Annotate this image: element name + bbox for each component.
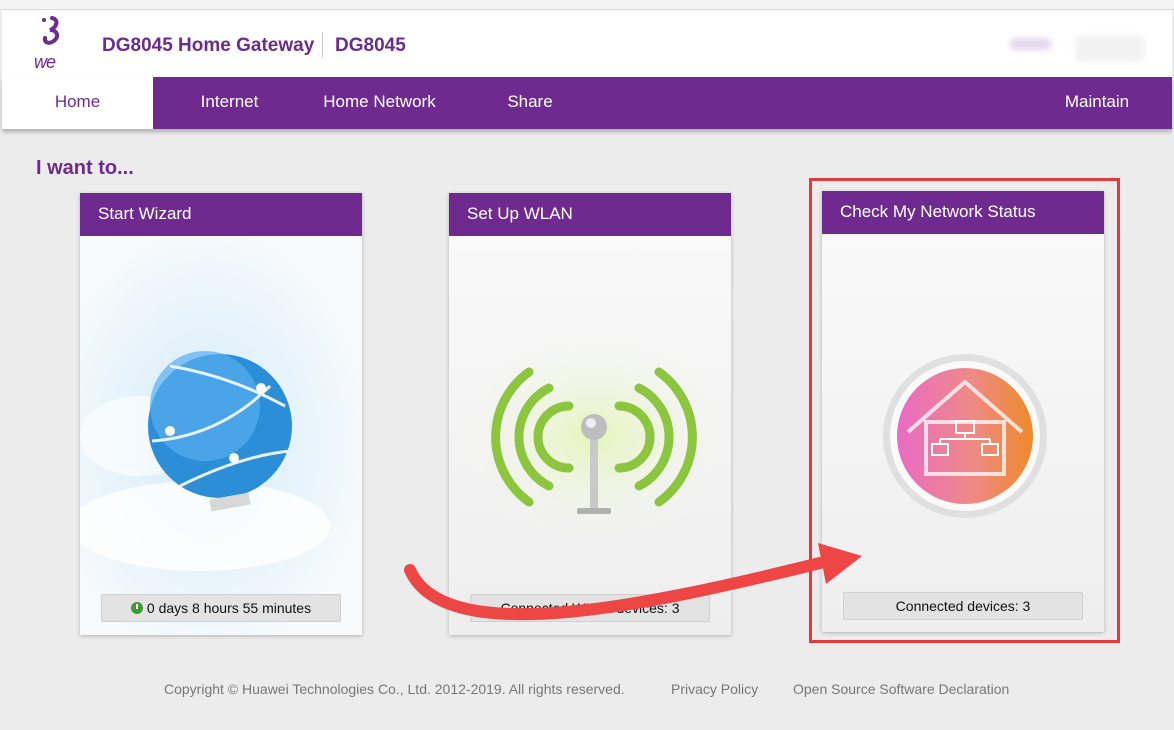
copyright-text: Copyright © Huawei Technologies Co., Ltd… <box>164 681 625 697</box>
annotation-arrow-icon <box>404 543 862 621</box>
card-title: Start Wizard <box>80 193 362 236</box>
open-source-link[interactable]: Open Source Software Declaration <box>793 681 1009 697</box>
card-title: Check My Network Status <box>822 191 1104 234</box>
privacy-policy-link[interactable]: Privacy Policy <box>671 681 758 697</box>
card-title: Set Up WLAN <box>449 193 731 236</box>
